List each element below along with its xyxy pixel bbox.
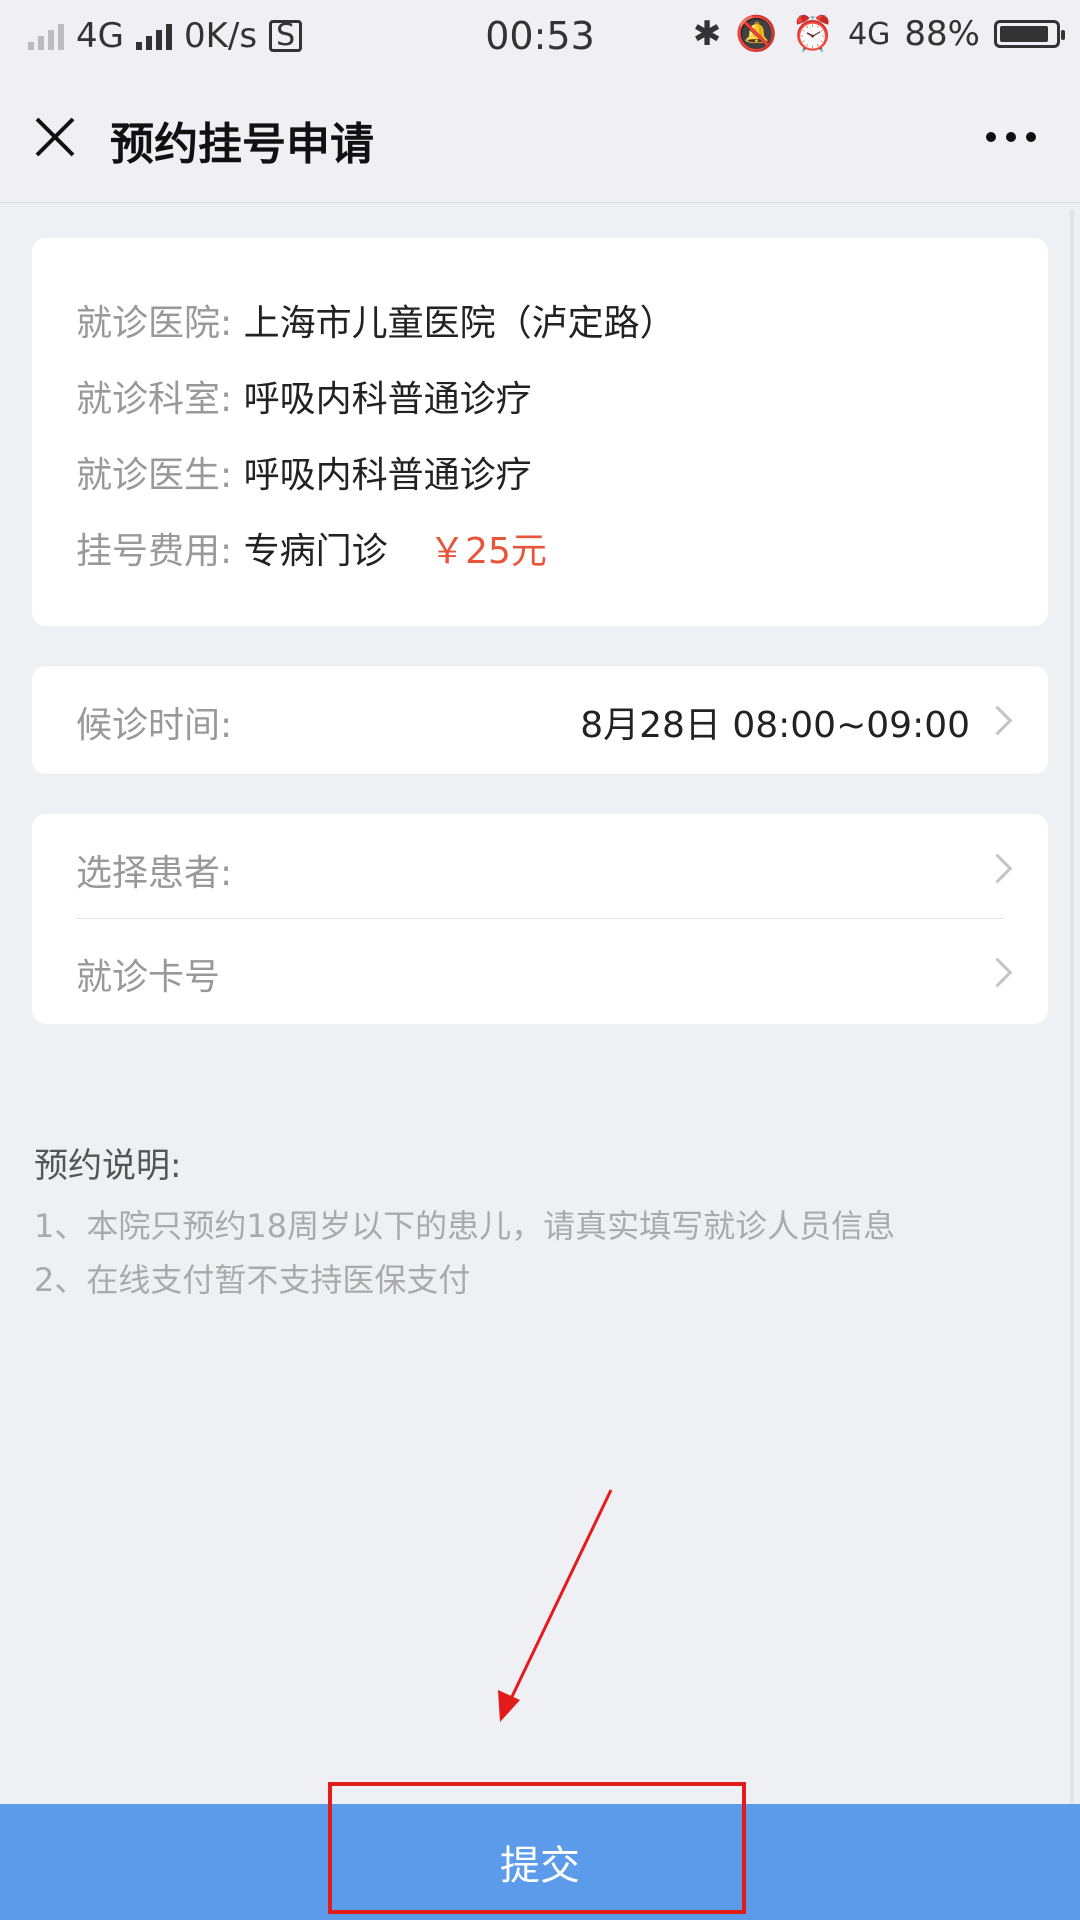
- fee-label: 挂号费用:: [76, 531, 233, 572]
- status-right: ✱ 🔕 ⏰ 4G 88%: [692, 14, 1065, 54]
- info-card: 就诊医院: 上海市儿童医院（泸定路） 就诊科室: 呼吸内科普通诊疗 就诊医生: …: [32, 238, 1048, 626]
- network-type-2: 4G: [848, 16, 891, 52]
- nav-header: 预约挂号申请: [0, 74, 1080, 203]
- card-number-label: 就诊卡号: [76, 957, 221, 998]
- wait-time-label: 候诊时间:: [76, 705, 233, 746]
- bluetooth-icon: ✱: [692, 14, 722, 54]
- wait-time-row[interactable]: 候诊时间: 8月28日 08:00~09:00: [32, 666, 1048, 774]
- hospital-label: 就诊医院:: [76, 303, 233, 344]
- chevron-right-icon: [982, 853, 1013, 884]
- hospital-row: 就诊医院: 上海市儿童医院（泸定路）: [76, 294, 676, 346]
- fee-row: 挂号费用: 专病门诊 ￥25元: [76, 522, 547, 574]
- fee-amount: ￥25元: [429, 531, 547, 572]
- doctor-row: 就诊医生: 呼吸内科普通诊疗: [76, 446, 532, 498]
- notes-title: 预约说明:: [34, 1146, 182, 1186]
- department-label: 就诊科室:: [76, 379, 233, 420]
- chevron-right-icon: [982, 957, 1013, 988]
- fee-type: 专病门诊: [243, 531, 388, 572]
- alarm-icon: ⏰: [791, 14, 835, 54]
- scrollbar[interactable]: [1070, 210, 1074, 1810]
- notes-item: 2、在线支付暂不支持医保支付: [34, 1261, 471, 1299]
- select-patient-label: 选择患者:: [76, 853, 233, 894]
- submit-button[interactable]: 提交: [0, 1804, 1080, 1920]
- mute-icon: 🔕: [735, 14, 778, 54]
- wait-time-value: 8月28日 08:00~09:00: [580, 705, 970, 746]
- card-number-row[interactable]: 就诊卡号: [32, 918, 1048, 1024]
- page: 4G 0K/s S 00:53 ✱ 🔕 ⏰ 4G 88% 预约挂号申请 就诊医院…: [0, 0, 1080, 1920]
- notes-item: 1、本院只预约18周岁以下的患儿，请真实填写就诊人员信息: [34, 1207, 896, 1245]
- close-icon[interactable]: [34, 116, 76, 158]
- more-icon[interactable]: [986, 132, 1036, 142]
- doctor-value: 呼吸内科普通诊疗: [243, 455, 532, 496]
- department-value: 呼吸内科普通诊疗: [243, 379, 532, 420]
- booking-notes: 预约说明: 1、本院只预约18周岁以下的患儿，请真实填写就诊人员信息 2、在线支…: [34, 1138, 1044, 1307]
- status-bar: 4G 0K/s S 00:53 ✱ 🔕 ⏰ 4G 88%: [0, 0, 1080, 74]
- doctor-label: 就诊医生:: [76, 455, 233, 496]
- battery-icon: [994, 20, 1065, 48]
- patient-card: 选择患者: 就诊卡号: [32, 814, 1048, 1024]
- chevron-right-icon: [982, 705, 1013, 736]
- department-row: 就诊科室: 呼吸内科普通诊疗: [76, 370, 532, 422]
- select-patient-row[interactable]: 选择患者:: [32, 814, 1048, 918]
- page-title: 预约挂号申请: [110, 119, 374, 170]
- hospital-value: 上海市儿童医院（泸定路）: [243, 303, 676, 344]
- battery-level: 88%: [904, 14, 980, 54]
